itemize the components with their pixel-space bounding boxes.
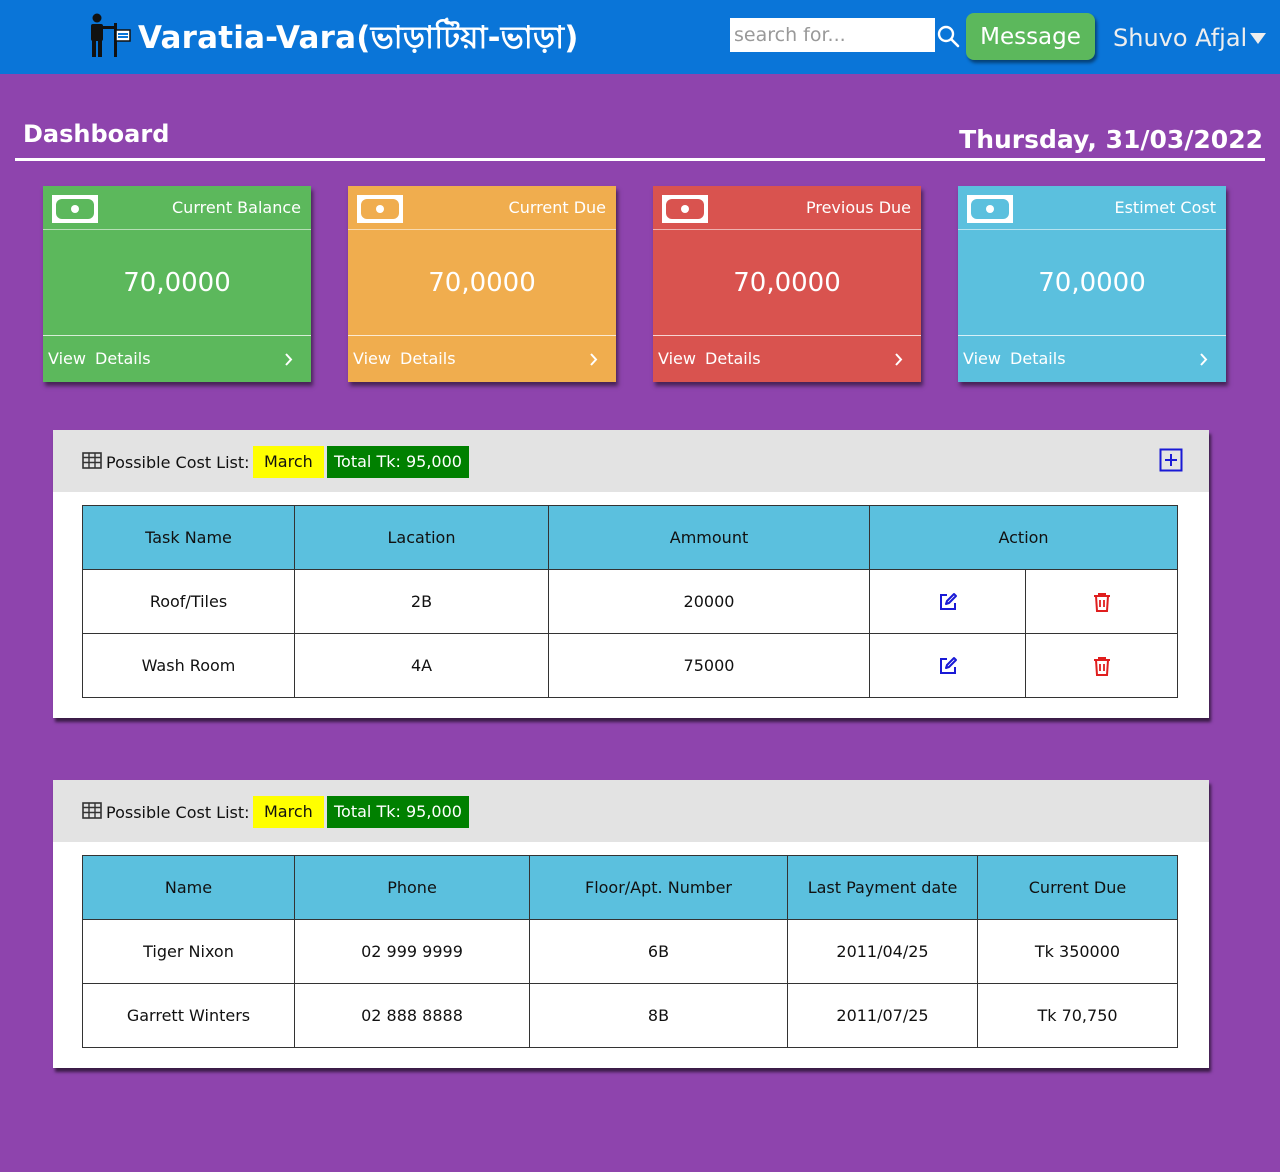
table-icon <box>82 802 102 819</box>
name-cell: Garrett Winters <box>82 983 295 1048</box>
edit-icon[interactable] <box>937 655 959 677</box>
user-name: Shuvo Afjal <box>1113 24 1248 52</box>
task-name-cell: Roof/Tiles <box>82 569 295 634</box>
chevron-down-icon <box>1250 32 1267 44</box>
view-details-link[interactable]: View Details <box>348 335 616 382</box>
chevron-right-icon <box>1200 353 1208 366</box>
money-icon <box>967 195 1013 223</box>
view-details-label: View Details <box>48 349 151 368</box>
money-icon <box>357 195 403 223</box>
add-square-icon[interactable] <box>1159 448 1183 472</box>
location-cell: 4A <box>294 633 549 698</box>
page-title: Dashboard <box>23 120 170 148</box>
cost-list-panel: Possible Cost List: March Total Tk: 95,0… <box>53 430 1209 718</box>
view-details-label: View Details <box>658 349 761 368</box>
view-details-label: View Details <box>963 349 1066 368</box>
card-current-due: Current Due 70,0000 View Details <box>348 186 616 382</box>
phone-cell: 02 888 8888 <box>294 983 530 1048</box>
table-row: Tiger Nixon 02 999 9999 6B 2011/04/25 Tk… <box>82 919 1178 984</box>
floor-cell: 6B <box>529 919 788 984</box>
tenant-table: Name Phone Floor/Apt. Number Last Paymen… <box>82 855 1178 1048</box>
card-value: 70,0000 <box>733 268 841 298</box>
card-label: Current Due <box>508 198 606 217</box>
search-icon[interactable] <box>936 24 960 48</box>
card-label: Current Balance <box>172 198 301 217</box>
column-header[interactable]: Last Payment date <box>787 855 978 920</box>
card-previous-due: Previous Due 70,0000 View Details <box>653 186 921 382</box>
table-row: Wash Room 4A 75000 <box>82 633 1179 698</box>
panel-header: Possible Cost List: March Total Tk: 95,0… <box>53 780 1209 842</box>
last-payment-cell: 2011/07/25 <box>787 983 978 1048</box>
search-input[interactable] <box>730 18 935 52</box>
edit-icon[interactable] <box>937 591 959 613</box>
amount-cell: 75000 <box>548 633 870 698</box>
panel-title: Possible Cost List: <box>106 803 250 822</box>
table-header-row: Name Phone Floor/Apt. Number Last Paymen… <box>82 855 1178 920</box>
current-date: Thursday, 31/03/2022 <box>959 125 1263 154</box>
card-label: Estimet Cost <box>1114 198 1216 217</box>
floor-cell: 8B <box>529 983 788 1048</box>
message-button[interactable]: Message <box>966 13 1095 60</box>
card-value: 70,0000 <box>428 268 536 298</box>
trash-icon[interactable] <box>1091 591 1113 613</box>
card-current-balance: Current Balance 70,0000 View Details <box>43 186 311 382</box>
card-label: Previous Due <box>805 198 911 217</box>
chevron-right-icon <box>590 353 598 366</box>
delete-cell <box>1024 633 1179 698</box>
card-value: 70,0000 <box>1038 268 1146 298</box>
edit-cell <box>869 633 1026 698</box>
table-row: Roof/Tiles 2B 20000 <box>82 569 1179 634</box>
card-header: Current Due <box>348 186 616 230</box>
view-details-link[interactable]: View Details <box>653 335 921 382</box>
card-estimet-cost: Estimet Cost 70,0000 View Details <box>958 186 1226 382</box>
month-badge: March <box>253 446 324 478</box>
edit-cell <box>869 569 1026 634</box>
name-cell: Tiger Nixon <box>82 919 295 984</box>
card-value: 70,0000 <box>123 268 231 298</box>
column-header[interactable]: Phone <box>294 855 530 920</box>
column-header[interactable]: Ammount <box>548 505 870 570</box>
card-header: Previous Due <box>653 186 921 230</box>
card-header: Current Balance <box>43 186 311 230</box>
money-icon <box>52 195 98 223</box>
chevron-right-icon <box>895 353 903 366</box>
delete-cell <box>1024 569 1179 634</box>
panel-header: Possible Cost List: March Total Tk: 95,0… <box>53 430 1209 492</box>
current-due-cell: Tk 70,750 <box>977 983 1178 1048</box>
top-navbar: Varatia-Vara(ভাড়াটিয়া-ভাড়া) Message S… <box>0 0 1280 74</box>
last-payment-cell: 2011/04/25 <box>787 919 978 984</box>
panel-title: Possible Cost List: <box>106 453 250 472</box>
view-details-link[interactable]: View Details <box>43 335 311 382</box>
table-icon <box>82 452 102 469</box>
view-details-link[interactable]: View Details <box>958 335 1226 382</box>
cost-table: Task Name Lacation Ammount Action Roof/T… <box>82 505 1179 698</box>
total-badge: Total Tk: 95,000 <box>327 796 469 828</box>
task-name-cell: Wash Room <box>82 633 295 698</box>
title-divider <box>15 158 1265 161</box>
total-badge: Total Tk: 95,000 <box>327 446 469 478</box>
user-menu[interactable]: Shuvo Afjal <box>1113 21 1267 55</box>
landlord-sign-logo-icon[interactable] <box>86 13 132 59</box>
table-row: Garrett Winters 02 888 8888 8B 2011/07/2… <box>82 983 1178 1048</box>
chevron-right-icon <box>285 353 293 366</box>
money-icon <box>662 195 708 223</box>
view-details-label: View Details <box>353 349 456 368</box>
column-header[interactable]: Name <box>82 855 295 920</box>
column-header[interactable]: Task Name <box>82 505 295 570</box>
card-header: Estimet Cost <box>958 186 1226 230</box>
table-header-row: Task Name Lacation Ammount Action <box>82 505 1179 570</box>
phone-cell: 02 999 9999 <box>294 919 530 984</box>
column-header[interactable]: Current Due <box>977 855 1178 920</box>
column-header[interactable]: Floor/Apt. Number <box>529 855 788 920</box>
amount-cell: 20000 <box>548 569 870 634</box>
trash-icon[interactable] <box>1091 655 1113 677</box>
current-due-cell: Tk 350000 <box>977 919 1178 984</box>
column-header: Action <box>868 505 1179 570</box>
column-header[interactable]: Lacation <box>294 505 549 570</box>
app-title[interactable]: Varatia-Vara(ভাড়াটিয়া-ভাড়া) <box>138 14 579 66</box>
location-cell: 2B <box>294 569 549 634</box>
month-badge: March <box>253 796 324 828</box>
tenant-list-panel: Possible Cost List: March Total Tk: 95,0… <box>53 780 1209 1068</box>
